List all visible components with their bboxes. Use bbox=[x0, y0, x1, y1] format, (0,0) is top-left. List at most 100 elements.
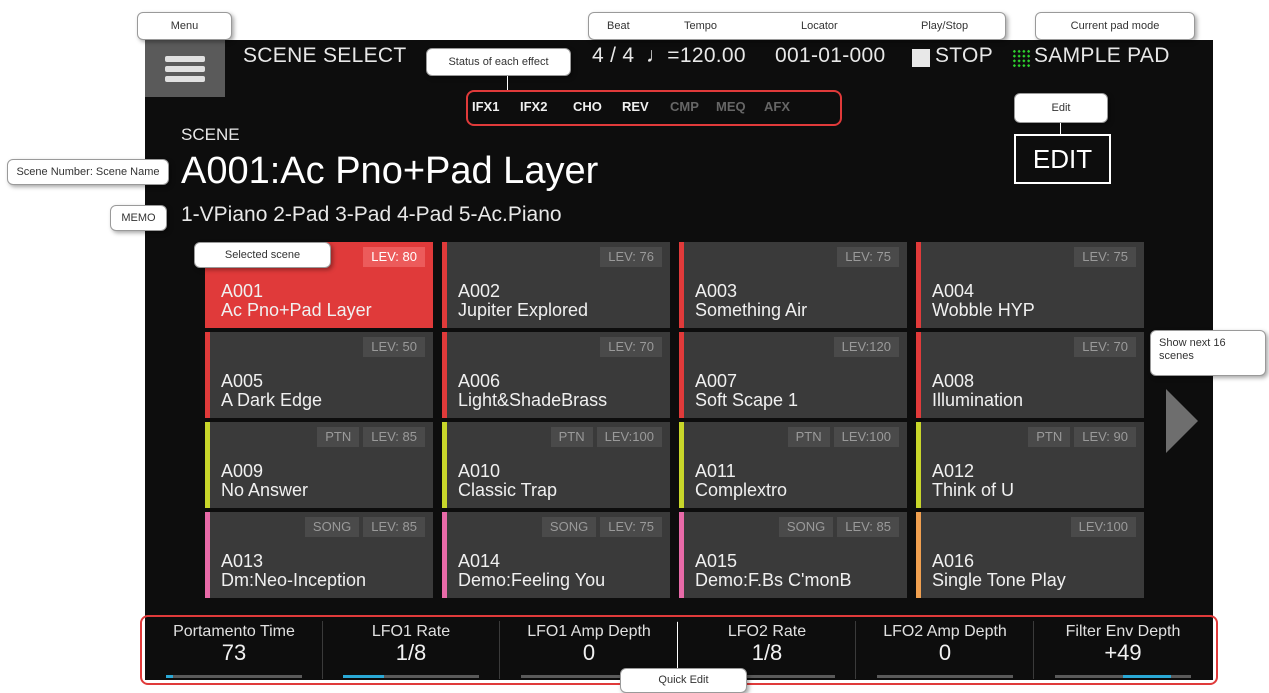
quick-edit-knob-5[interactable]: LFO2 Amp Depth 0 bbox=[857, 621, 1034, 679]
tempo-display[interactable]: ♩=120.00 bbox=[646, 44, 746, 68]
scene-tile-a003[interactable]: LEV: 75 A003 Something Air bbox=[679, 242, 907, 328]
scene-tile-a002[interactable]: LEV: 76 A002 Jupiter Explored bbox=[442, 242, 670, 328]
scene-level-badge: LEV: 70 bbox=[1074, 337, 1136, 357]
effect-status-meq[interactable]: MEQ bbox=[716, 99, 746, 114]
callout-pad-mode: Current pad mode bbox=[1035, 12, 1195, 40]
scene-number: A012 bbox=[932, 461, 975, 481]
stop-icon bbox=[912, 49, 930, 67]
scene-name: Wobble HYP bbox=[932, 300, 1035, 320]
scene-tile-a009[interactable]: PTN LEV: 85 A009 No Answer bbox=[205, 422, 433, 508]
scene-tile-a005[interactable]: LEV: 50 A005 A Dark Edge bbox=[205, 332, 433, 418]
scene-type-badge: SONG bbox=[778, 517, 834, 537]
scene-level-badge: LEV:100 bbox=[833, 427, 899, 447]
scene-name: No Answer bbox=[221, 480, 309, 500]
scene-badges: LEV: 80 bbox=[363, 247, 425, 267]
scene-name: Light&ShadeBrass bbox=[458, 390, 608, 410]
scene-name: Complextro bbox=[695, 480, 788, 500]
quick-edit-value-bar bbox=[1055, 675, 1191, 678]
scene-name: A Dark Edge bbox=[221, 390, 323, 410]
scene-level-badge: LEV:120 bbox=[833, 337, 899, 357]
scene-badges: SONG LEV: 85 bbox=[778, 517, 899, 537]
scene-type-badge: SONG bbox=[304, 517, 360, 537]
scene-badges: PTN LEV:100 bbox=[787, 427, 899, 447]
effect-status-ifx1[interactable]: IFX1 bbox=[472, 99, 499, 114]
quick-edit-param-name: Portamento Time bbox=[173, 623, 295, 640]
scene-tile-a010[interactable]: PTN LEV:100 A010 Classic Trap bbox=[442, 422, 670, 508]
scene-name: Classic Trap bbox=[458, 480, 558, 500]
pad-mode-display[interactable]: SAMPLE PAD bbox=[1034, 44, 1170, 68]
callout-pointer bbox=[677, 622, 678, 668]
scene-level-badge: LEV: 75 bbox=[837, 247, 899, 267]
scene-badges: PTN LEV:100 bbox=[550, 427, 662, 447]
scene-name: Single Tone Play bbox=[932, 570, 1066, 590]
callout-next-scenes: Show next 16 scenes bbox=[1150, 330, 1266, 376]
scene-number: A005 bbox=[221, 371, 264, 391]
quick-edit-value-bar bbox=[166, 675, 302, 678]
scene-label: SCENE bbox=[181, 125, 240, 144]
callout-quick-edit: Quick Edit bbox=[620, 668, 747, 693]
scene-number: A014 bbox=[458, 551, 501, 571]
pad-grid-icon bbox=[1012, 49, 1031, 68]
quick-edit-knob-6[interactable]: Filter Env Depth +49 bbox=[1035, 621, 1211, 679]
scene-number: A010 bbox=[458, 461, 501, 481]
effect-status-afx[interactable]: AFX bbox=[764, 99, 790, 114]
callout-edit: Edit bbox=[1014, 93, 1108, 123]
scene-badges: LEV: 75 bbox=[1074, 247, 1136, 267]
scene-tile-a014[interactable]: SONG LEV: 75 A014 Demo:Feeling You bbox=[442, 512, 670, 598]
effect-status-cho[interactable]: CHO bbox=[573, 99, 602, 114]
scene-badges: SONG LEV: 85 bbox=[304, 517, 425, 537]
scene-tile-a016[interactable]: LEV:100 A016 Single Tone Play bbox=[916, 512, 1144, 598]
next-page-arrow-icon[interactable] bbox=[1166, 389, 1198, 453]
scene-badges: LEV: 70 bbox=[600, 337, 662, 357]
scene-tile-a007[interactable]: LEV:120 A007 Soft Scape 1 bbox=[679, 332, 907, 418]
scene-level-badge: LEV:100 bbox=[1070, 517, 1136, 537]
quick-edit-param-value: 1/8 bbox=[751, 640, 783, 665]
quick-edit-knob-2[interactable]: LFO1 Rate 1/8 bbox=[323, 621, 500, 679]
scene-number: A011 bbox=[695, 461, 736, 481]
scene-badges: LEV: 70 bbox=[1074, 337, 1136, 357]
scene-type-badge: PTN bbox=[550, 427, 593, 447]
quick-edit-param-value: 1/8 bbox=[395, 640, 427, 665]
scene-title: A001:Ac Pno+Pad Layer bbox=[181, 150, 599, 192]
scene-tile-a013[interactable]: SONG LEV: 85 A013 Dm:Neo-Inception bbox=[205, 512, 433, 598]
scene-level-badge: LEV: 85 bbox=[363, 517, 425, 537]
callout-play-stop: Play/Stop bbox=[921, 20, 969, 32]
scene-tile-a011[interactable]: PTN LEV:100 A011 Complextro bbox=[679, 422, 907, 508]
effect-status-rev[interactable]: REV bbox=[622, 99, 649, 114]
quick-edit-param-name: LFO1 Amp Depth bbox=[527, 623, 651, 640]
callout-pointer bbox=[1060, 123, 1061, 135]
scene-tile-a006[interactable]: LEV: 70 A006 Light&ShadeBrass bbox=[442, 332, 670, 418]
scene-level-badge: LEV: 75 bbox=[600, 517, 662, 537]
scene-badges: PTN LEV: 85 bbox=[317, 427, 425, 447]
scene-number: A007 bbox=[695, 371, 738, 391]
scene-tile-a008[interactable]: LEV: 70 A008 Illumination bbox=[916, 332, 1144, 418]
screen-title: SCENE SELECT bbox=[243, 44, 407, 67]
scene-badges: LEV: 75 bbox=[837, 247, 899, 267]
scene-name: Jupiter Explored bbox=[458, 300, 589, 320]
scene-number: A002 bbox=[458, 281, 501, 301]
quick-edit-value-bar bbox=[343, 675, 479, 678]
callout-scene-name: Scene Number: Scene Name bbox=[7, 159, 169, 185]
scene-tile-a012[interactable]: PTN LEV: 90 A012 Think of U bbox=[916, 422, 1144, 508]
beat-display[interactable]: 4 / 4 bbox=[592, 44, 634, 68]
edit-button[interactable]: EDIT bbox=[1014, 134, 1111, 184]
effect-status-cmp[interactable]: CMP bbox=[670, 99, 699, 114]
scene-tile-a004[interactable]: LEV: 75 A004 Wobble HYP bbox=[916, 242, 1144, 328]
scene-type-badge: SONG bbox=[541, 517, 597, 537]
menu-button[interactable] bbox=[145, 40, 225, 97]
scene-memo: 1-VPiano 2-Pad 3-Pad 4-Pad 5-Ac.Piano bbox=[181, 203, 562, 226]
scene-tile-a015[interactable]: SONG LEV: 85 A015 Demo:F.Bs C'monB bbox=[679, 512, 907, 598]
quick-edit-param-value: 0 bbox=[582, 640, 596, 665]
scene-type-badge: PTN bbox=[1028, 427, 1071, 447]
scene-level-badge: LEV:100 bbox=[596, 427, 662, 447]
scene-level-badge: LEV: 75 bbox=[1074, 247, 1136, 267]
callout-locator: Locator bbox=[801, 20, 838, 32]
quick-edit-param-value: 73 bbox=[221, 640, 247, 665]
locator-display[interactable]: 001-01-000 bbox=[775, 44, 885, 68]
scene-badges: LEV:120 bbox=[833, 337, 899, 357]
play-stop-status[interactable]: STOP bbox=[935, 44, 993, 68]
quick-edit-knob-1[interactable]: Portamento Time 73 bbox=[146, 621, 323, 679]
quick-edit-param-value: 0 bbox=[938, 640, 952, 665]
effect-status-ifx2[interactable]: IFX2 bbox=[520, 99, 547, 114]
callout-pointer bbox=[507, 76, 508, 90]
